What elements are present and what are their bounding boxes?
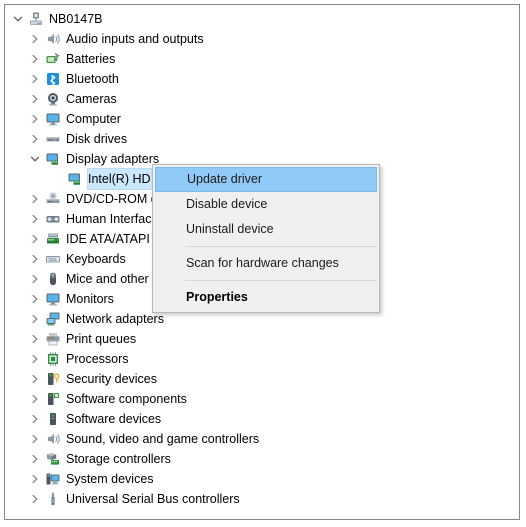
bluetooth-icon [43,69,62,89]
tree-item-label: Cameras [66,92,117,106]
tree-item-security-devices[interactable]: Security devices [5,369,519,389]
tree-item-audio-inputs-and-outputs[interactable]: Audio inputs and outputs [5,29,519,49]
device-manager-window: NB0147B Audio inputs and outputs Batteries… [4,4,520,520]
storage-controller-icon [43,449,62,469]
disk-drive-icon [43,129,62,149]
menu-item-uninstall-device[interactable]: Uninstall device [153,217,379,242]
chevron-right-icon[interactable] [27,389,43,409]
usb-icon [43,489,62,509]
chevron-right-icon[interactable] [27,449,43,469]
tree-item-processors[interactable]: Processors [5,349,519,369]
display-adapter-icon [43,149,62,169]
chevron-right-icon[interactable] [27,49,43,69]
chevron-placeholder [49,169,65,189]
display-adapter-icon [65,169,84,189]
tree-item-batteries[interactable]: Batteries [5,49,519,69]
chevron-right-icon[interactable] [27,109,43,129]
menu-item-scan-for-hardware-changes[interactable]: Scan for hardware changes [153,251,379,276]
chevron-right-icon[interactable] [27,469,43,489]
tree-item-disk-drives[interactable]: Disk drives [5,129,519,149]
tree-item-label: Batteries [66,52,116,66]
network-adapter-icon [43,309,62,329]
menu-item-disable-device[interactable]: Disable device [153,192,379,217]
camera-icon [43,89,62,109]
tree-item-universal-serial-bus-controllers[interactable]: Universal Serial Bus controllers [5,489,519,509]
tree-item-label: Bluetooth [66,72,119,86]
dvd-drive-icon [43,189,62,209]
chevron-right-icon[interactable] [27,349,43,369]
security-device-icon [43,369,62,389]
chevron-right-icon[interactable] [27,69,43,89]
computer-network-icon [26,9,45,29]
menu-separator [185,280,377,281]
ide-controller-icon [43,229,62,249]
tree-item-cameras[interactable]: Cameras [5,89,519,109]
tree-item-label: Software devices [66,412,162,426]
processor-icon [43,349,62,369]
tree-item-label: Software components [66,392,187,406]
tree-item-print-queues[interactable]: Print queues [5,329,519,349]
tree-item-label: Monitors [66,292,114,306]
tree-item-bluetooth[interactable]: Bluetooth [5,69,519,89]
software-component-icon [43,389,62,409]
tree-item-system-devices[interactable]: System devices [5,469,519,489]
menu-item-update-driver[interactable]: Update driver [155,167,377,192]
chevron-down-icon[interactable] [10,9,26,29]
tree-item-label: NB0147B [49,12,103,26]
monitor-icon [43,109,62,129]
tree-item-label: Disk drives [66,132,128,146]
chevron-right-icon[interactable] [27,329,43,349]
speaker-icon [43,429,62,449]
chevron-right-icon[interactable] [27,369,43,389]
tree-item-label: Keyboards [66,252,126,266]
printer-icon [43,329,62,349]
tree-item-label: Sound, video and game controllers [66,432,260,446]
chevron-right-icon[interactable] [27,229,43,249]
tree-item-label: Processors [66,352,129,366]
tree-item-label: Security devices [66,372,158,386]
chevron-right-icon[interactable] [27,29,43,49]
tree-item-label: Universal Serial Bus controllers [66,492,240,506]
tree-item-sound-video-and-game-controllers[interactable]: Sound, video and game controllers [5,429,519,449]
tree-item-label: Display adapters [66,152,160,166]
tree-item-storage-controllers[interactable]: Storage controllers [5,449,519,469]
chevron-right-icon[interactable] [27,289,43,309]
tree-item-label: Print queues [66,332,137,346]
chevron-right-icon[interactable] [27,489,43,509]
tree-item-software-components[interactable]: Software components [5,389,519,409]
speaker-icon [43,29,62,49]
tree-item-label: System devices [66,472,154,486]
keyboard-icon [43,249,62,269]
chevron-right-icon[interactable] [27,409,43,429]
menu-separator [185,246,377,247]
chevron-down-icon[interactable] [27,149,43,169]
tree-item-label: Audio inputs and outputs [66,32,204,46]
chevron-right-icon[interactable] [27,309,43,329]
chevron-right-icon[interactable] [27,429,43,449]
system-device-icon [43,469,62,489]
context-menu[interactable]: Update driver Disable device Uninstall dev… [152,164,380,313]
tree-root-node[interactable]: NB0147B [5,9,519,29]
tree-item-label: Storage controllers [66,452,171,466]
monitor-icon [43,289,62,309]
chevron-right-icon[interactable] [27,129,43,149]
menu-item-properties[interactable]: Properties [153,285,379,310]
chevron-right-icon[interactable] [27,209,43,229]
tree-item-computer[interactable]: Computer [5,109,519,129]
software-device-icon [43,409,62,429]
battery-icon [43,49,62,69]
tree-item-software-devices[interactable]: Software devices [5,409,519,429]
chevron-right-icon[interactable] [27,89,43,109]
mouse-icon [43,269,62,289]
hid-icon [43,209,62,229]
chevron-right-icon[interactable] [27,249,43,269]
chevron-right-icon[interactable] [27,189,43,209]
tree-item-label: Computer [66,112,121,126]
chevron-right-icon[interactable] [27,269,43,289]
